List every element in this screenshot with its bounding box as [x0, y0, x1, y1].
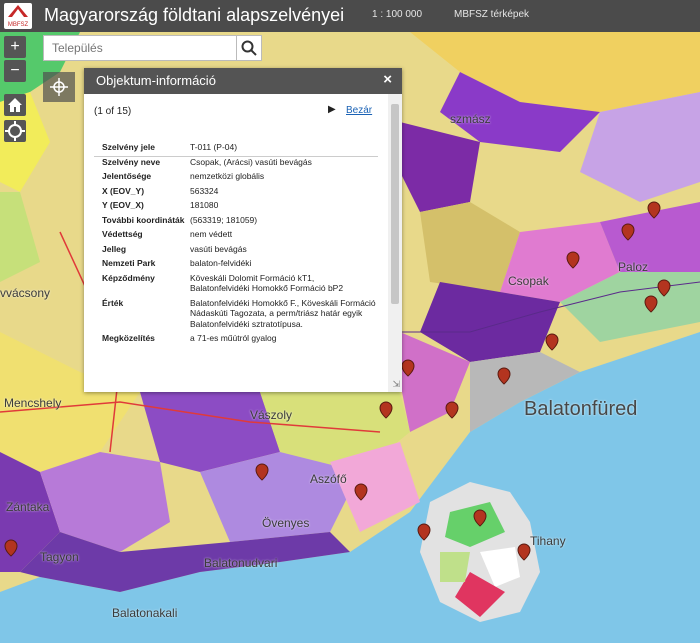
table-row: Jelleg vasúti bevágás	[102, 242, 376, 257]
attribute-key: Érték	[102, 297, 124, 308]
mbfsz-maps-link[interactable]: MBFSZ térképek	[454, 9, 529, 20]
search-icon	[241, 40, 257, 56]
attribute-value: nem védett	[190, 229, 233, 239]
table-row: Védettség nem védett	[102, 227, 376, 242]
table-row: Képződmény Köveskáli Dolomit Formáció kT1…	[102, 271, 376, 296]
scale-indicator: 1 : 100 000	[372, 9, 423, 20]
app-title: Magyarország földtani alapszelvényei	[44, 5, 345, 25]
svg-text:MBFSZ: MBFSZ	[8, 22, 29, 28]
attribute-table: Szelvény jele T-011 (P-04) Szelvény neve C…	[102, 140, 376, 346]
place-label-balatonakali: Balatonakali	[112, 606, 178, 620]
object-info-popup: Objektum-információ × (1 of 15) ▶ Bezár …	[84, 68, 402, 392]
table-row: További koordináták (563319; 181059)	[102, 213, 376, 228]
search-input[interactable]	[44, 36, 236, 60]
popup-navigation: (1 of 15) ▶ Bezár	[84, 94, 388, 157]
zoom-out-button[interactable]: −	[4, 60, 26, 82]
table-row: Nemzeti Park balaton-felvidéki	[102, 256, 376, 271]
attribute-key: Képződmény	[102, 272, 155, 283]
attribute-key: Szelvény neve	[102, 156, 161, 167]
settlement-search[interactable]	[43, 35, 237, 61]
place-label-vaszoly: Vászoly	[250, 408, 293, 422]
scrollbar-thumb[interactable]	[391, 104, 399, 304]
resize-grip-icon[interactable]: ⇲	[392, 379, 400, 390]
attribute-key: Nemzeti Park	[102, 258, 156, 268]
table-row: Szelvény jele T-011 (P-04)	[102, 140, 376, 155]
attribute-value: balaton-felvidéki	[190, 258, 252, 268]
popup-scrollbar[interactable]	[388, 94, 402, 392]
place-label-balatonfured: Balatonfüred	[524, 398, 638, 420]
attribute-value: T-011 (P-04)	[190, 142, 238, 152]
place-label-aszofo: Aszófő	[310, 472, 347, 486]
app-header: MBFSZ Magyarország földtani alapszelvény…	[0, 0, 700, 32]
attribute-key: Y (EOV_X)	[102, 200, 144, 210]
attribute-key: Megközelítés	[102, 333, 155, 343]
my-location-button[interactable]	[4, 120, 26, 142]
attribute-key: Védettség	[102, 229, 143, 239]
place-label-tihany: Tihany	[530, 534, 566, 548]
attribute-value: Csopak, (Arácsi) vasúti bevágás	[190, 156, 312, 167]
attribute-key: További koordináták	[102, 214, 185, 225]
next-record-button[interactable]: ▶	[328, 104, 336, 115]
place-label-veszprem-edge: vvácsony	[0, 286, 51, 300]
home-icon	[8, 98, 22, 112]
location-icon	[5, 121, 25, 141]
attribute-value: 563324	[190, 185, 219, 196]
attribute-value: 181080	[190, 200, 219, 210]
attribute-key: Jelleg	[102, 243, 127, 254]
table-row: Megközelítés a 71-es műútról gyalog	[102, 331, 376, 346]
home-button[interactable]	[4, 94, 26, 116]
attribute-key: Jelentősége	[102, 171, 152, 181]
attribute-value: Köveskáli Dolomit Formáció kT1, Balatonf…	[190, 272, 344, 294]
table-row: Y (EOV_X) 181080	[102, 198, 376, 213]
place-label-lovas: szmász	[450, 112, 491, 126]
crosshair-icon	[50, 78, 68, 96]
place-label-mencshely: Mencshely	[4, 396, 62, 410]
table-row: Jelentősége nemzetközi globális	[102, 169, 376, 184]
popup-close-button[interactable]: ×	[383, 71, 392, 88]
attribute-value: a 71-es műútról gyalog	[190, 333, 277, 343]
table-row: Érték Balatonfelvidéki Homokkő F., Kövesk…	[102, 296, 376, 332]
place-label-balatonudvari: Balatonudvari	[204, 556, 278, 570]
record-counter: (1 of 15)	[94, 106, 132, 117]
search-button[interactable]	[236, 35, 262, 61]
place-label-zanka: Zántaka	[6, 500, 50, 514]
attribute-value: nemzetközi globális	[190, 171, 265, 181]
attribute-value: Balatonfelvidéki Homokkő F., Köveskáli F…	[190, 297, 376, 329]
attribute-value: (563319; 181059)	[190, 214, 258, 225]
popup-body[interactable]: Szelvény jele T-011 (P-04) Szelvény neve C…	[84, 132, 388, 392]
attribute-key: X (EOV_Y)	[102, 185, 145, 196]
attribute-key: Szelvény jele	[102, 142, 155, 152]
popup-header: Objektum-információ ×	[84, 68, 402, 94]
table-row: X (EOV_Y) 563324	[102, 184, 376, 199]
crosshair-tool-button[interactable]	[43, 72, 75, 102]
attribute-value: vasúti bevágás	[190, 243, 247, 254]
place-label-paloznak: Paloz	[618, 260, 649, 274]
place-label-tagyon: Tagyon	[40, 550, 79, 564]
place-label-csopak: Csopak	[508, 274, 549, 288]
zoom-in-button[interactable]: +	[4, 36, 26, 58]
close-link[interactable]: Bezár	[346, 105, 372, 116]
mbfsz-logo[interactable]: MBFSZ	[4, 3, 32, 29]
place-label-ovenyes: Övenyes	[262, 516, 310, 530]
table-row: Szelvény neve Csopak, (Arácsi) vasúti bev…	[102, 155, 376, 170]
popup-title: Objektum-információ	[96, 73, 216, 88]
